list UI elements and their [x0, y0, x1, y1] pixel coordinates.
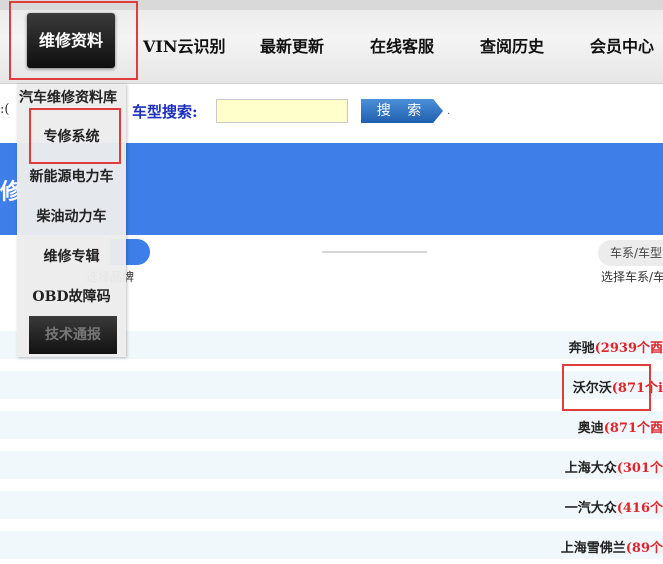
brand-entry[interactable]: 奔驰(2939个酉: [569, 337, 663, 356]
brand-entry[interactable]: 上海雪佛兰(89个: [561, 537, 663, 556]
brand-count: (301个: [616, 461, 663, 476]
brand-row[interactable]: 上海雪佛兰(89个: [0, 531, 663, 559]
brand-name: 一汽大众: [564, 501, 617, 516]
brand-name: 上海雪佛兰: [560, 541, 626, 556]
brand-entry[interactable]: 沃尔沃(871个i: [573, 377, 663, 396]
brand-name: 沃尔沃: [572, 381, 612, 396]
dropdown-item-tech-bulletin[interactable]: 技术通报: [29, 316, 117, 354]
brand-count: (416个: [616, 501, 663, 516]
brand-entry[interactable]: 奥迪(871个酉: [578, 417, 663, 436]
brand-entry[interactable]: 上海大众(301个: [565, 457, 663, 476]
nav-history[interactable]: 查阅历史: [480, 33, 544, 57]
brand-count: (2939个酉: [594, 341, 663, 356]
dropdown-item-diesel[interactable]: 柴油动力车: [17, 206, 126, 226]
brand-row[interactable]: 奥迪(871个酉: [0, 411, 663, 439]
search-input[interactable]: [216, 99, 348, 123]
search-button[interactable]: 搜 索: [361, 99, 443, 123]
search-label: 车型搜索:: [132, 103, 198, 121]
brand-entry[interactable]: 一汽大众(416个: [565, 497, 663, 516]
dropdown-item-new-energy[interactable]: 新能源电力车: [17, 166, 126, 186]
dropdown-title[interactable]: 汽车维修资料库: [19, 87, 117, 107]
step-series-label: 选择车系/车: [601, 270, 663, 284]
brand-row[interactable]: 一汽大众(416个: [0, 491, 663, 519]
repair-data-dropdown: 汽车维修资料库 专修系统 新能源电力车 柴油动力车 维修专辑 OBD故障码 技术…: [17, 84, 126, 357]
brand-count: (871个i: [611, 381, 663, 396]
nav-repair-data[interactable]: 维修资料: [27, 13, 115, 68]
dropdown-item-obd[interactable]: OBD故障码: [17, 286, 126, 306]
search-left-fragment: :(: [0, 102, 10, 117]
brand-name: 奔驰: [568, 341, 595, 356]
brand-count: (871个酉: [603, 421, 663, 436]
top-nav: 维修资料 VIN云识别 最新更新 在线客服 查阅历史 会员中心: [0, 0, 663, 84]
brand-name: 上海大众: [564, 461, 617, 476]
step-divider: [322, 251, 427, 253]
dropdown-item-special-repair[interactable]: 专修系统: [17, 126, 126, 146]
step-series-pill[interactable]: 车系/车型: [598, 240, 663, 266]
nav-service[interactable]: 在线客服: [370, 33, 434, 57]
brand-row[interactable]: 沃尔沃(871个i: [0, 371, 663, 399]
nav-member[interactable]: 会员中心: [590, 33, 654, 57]
brand-name: 奥迪: [577, 421, 604, 436]
page: 维修资料 VIN云识别 最新更新 在线客服 查阅历史 会员中心 :( 车型搜索:…: [0, 0, 663, 564]
dropdown-item-repair-album[interactable]: 维修专辑: [17, 246, 126, 266]
brand-row[interactable]: 上海大众(301个: [0, 451, 663, 479]
top-strip: [0, 0, 663, 10]
nav-vin[interactable]: VIN云识别: [143, 33, 226, 57]
search-dot: .: [447, 106, 451, 117]
brand-count: (89个: [625, 541, 663, 556]
nav-latest[interactable]: 最新更新: [260, 33, 324, 57]
